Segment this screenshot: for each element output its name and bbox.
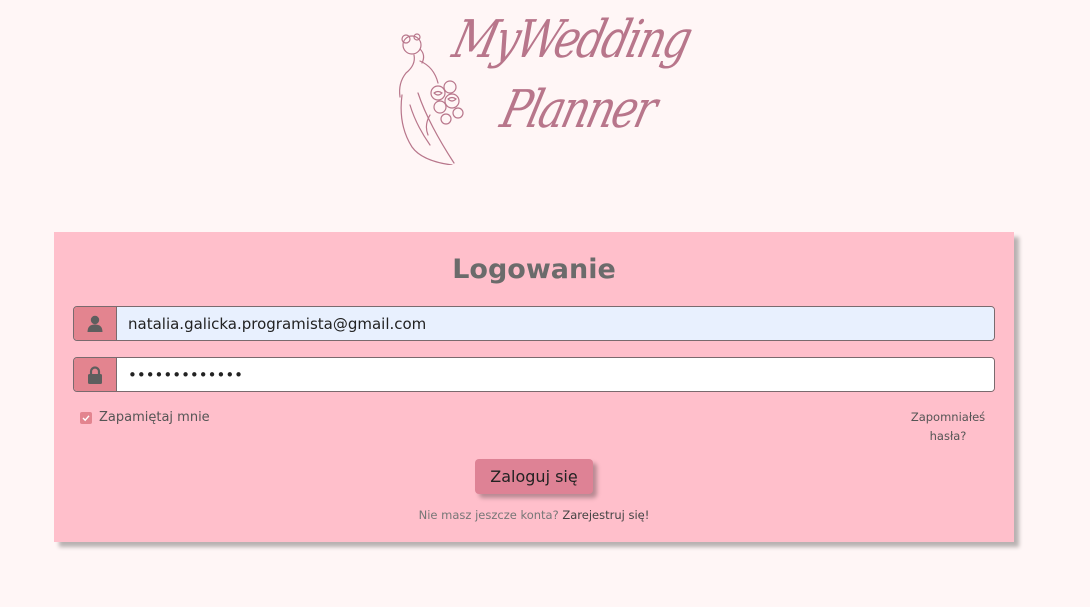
forgot-line2: hasła? [929, 429, 967, 443]
login-button[interactable]: Zaloguj się [475, 459, 593, 494]
checkmark-icon [82, 414, 90, 421]
password-input-group: ••••••••••••• [73, 357, 995, 392]
forgot-password-link[interactable]: Zapomniałeś hasła? [904, 408, 992, 446]
remember-me[interactable]: Zapamiętaj mnie [80, 410, 210, 425]
logo-text-line1: MyWedding [447, 10, 697, 70]
user-icon [87, 315, 103, 332]
remember-checkbox[interactable] [80, 411, 92, 424]
login-title: Logowanie [452, 254, 616, 285]
email-input[interactable]: natalia.galicka.programista@gmail.com [117, 307, 994, 340]
register-question: Nie masz jeszcze konta? [418, 508, 559, 522]
forgot-line1: Zapomniałeś [910, 410, 986, 424]
register-link[interactable]: Zarejestruj się! [562, 508, 649, 522]
register-prompt: Nie masz jeszcze konta? Zarejestruj się! [54, 508, 1014, 522]
password-addon [74, 358, 117, 391]
email-addon [74, 307, 117, 340]
password-input[interactable]: ••••••••••••• [117, 358, 994, 391]
logo-text-line2: Planner [495, 80, 662, 140]
login-card: Logowanie natalia.galicka.programista@gm… [54, 232, 1014, 542]
email-input-group: natalia.galicka.programista@gmail.com [73, 306, 995, 341]
remember-label: Zapamiętaj mnie [99, 410, 210, 425]
lock-icon [88, 365, 102, 384]
